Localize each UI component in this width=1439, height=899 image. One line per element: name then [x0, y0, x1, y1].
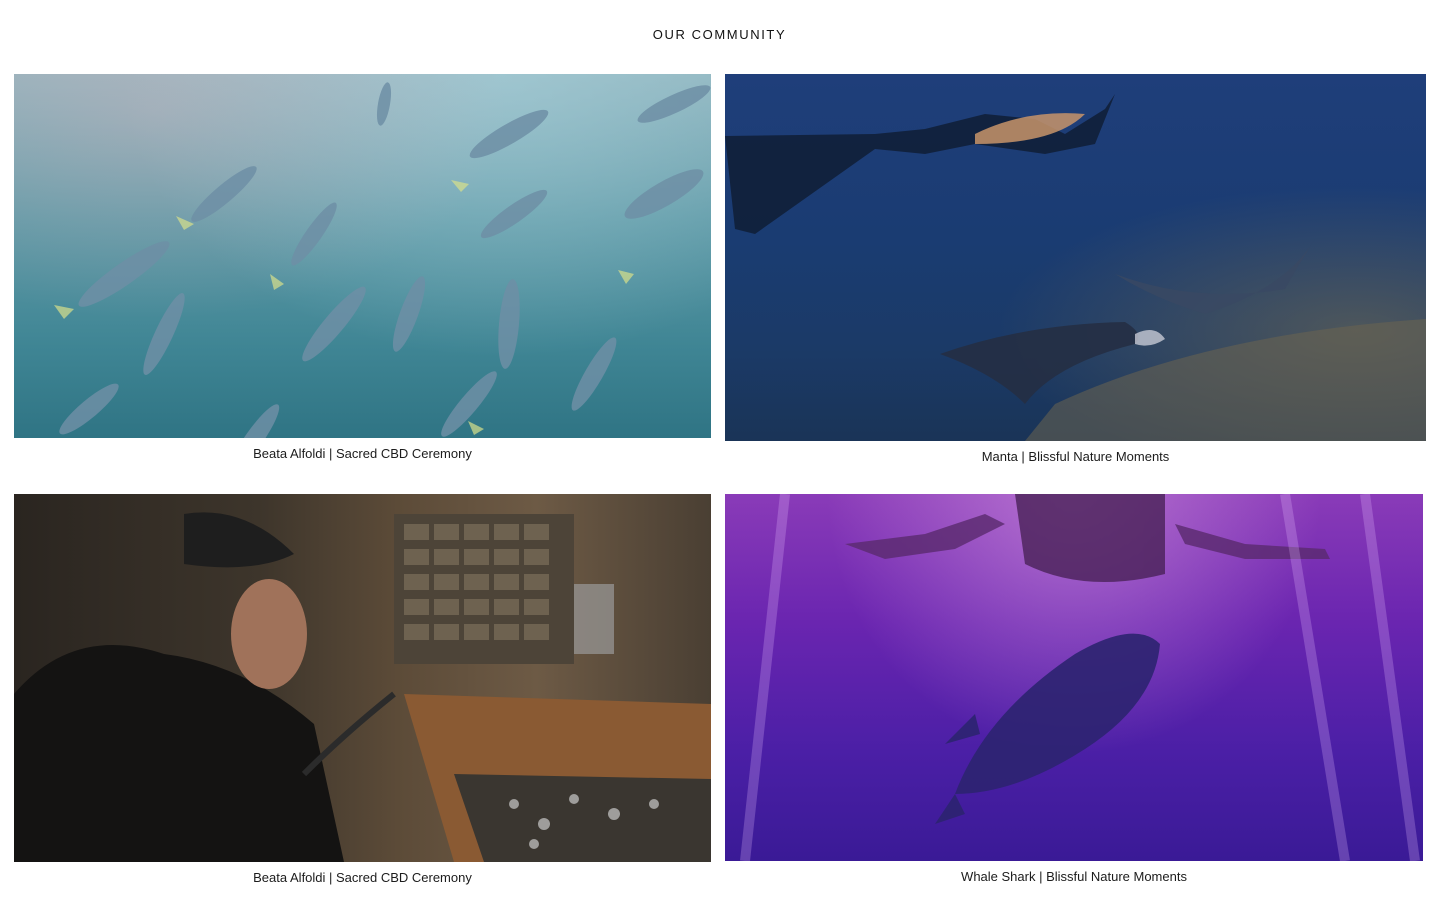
fish-school-image: [54, 82, 711, 438]
video-caption[interactable]: Manta | Blissful Nature Moments: [725, 449, 1426, 464]
video-thumbnail-fish-school[interactable]: [14, 74, 711, 438]
community-page: OUR COMMUNITY Beata Alfoldi | Sacred CBD…: [0, 0, 1439, 899]
whale-shark-image: [740, 494, 1420, 861]
section-title: OUR COMMUNITY: [652, 27, 787, 42]
manta-image: [725, 94, 1426, 441]
video-thumbnail-manta[interactable]: [725, 74, 1426, 441]
video-caption[interactable]: Beata Alfoldi | Sacred CBD Ceremony: [14, 446, 711, 461]
video-caption[interactable]: Beata Alfoldi | Sacred CBD Ceremony: [14, 870, 711, 885]
video-thumbnail-workshop[interactable]: [14, 494, 711, 862]
video-caption[interactable]: Whale Shark | Blissful Nature Moments: [725, 869, 1423, 884]
video-thumbnail-whale-shark[interactable]: [725, 494, 1423, 861]
workshop-image: [14, 512, 711, 862]
